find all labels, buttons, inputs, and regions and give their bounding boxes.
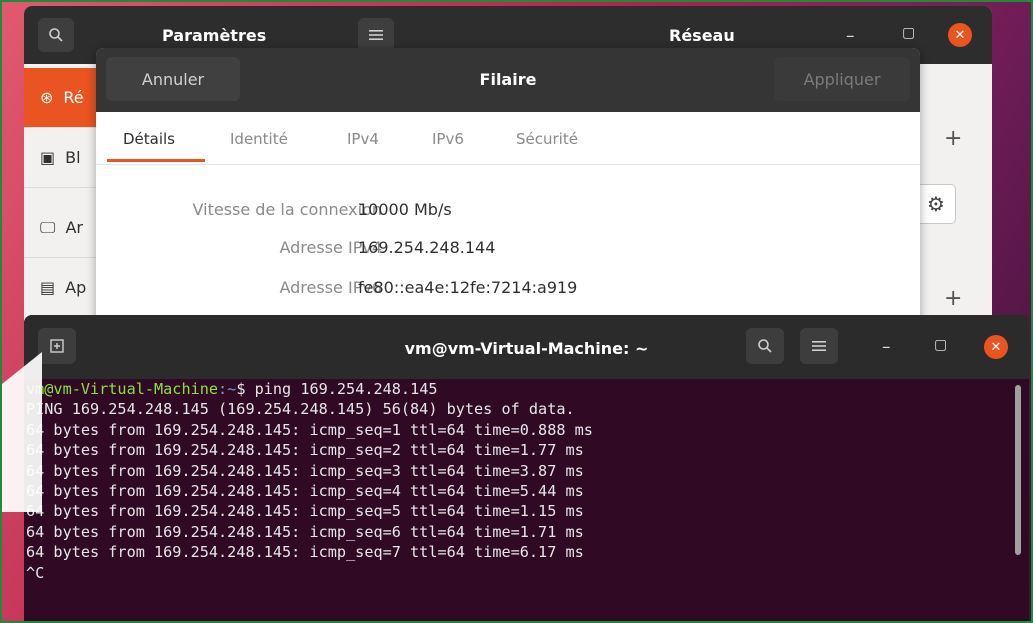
- settings-title: Paramètres: [162, 26, 267, 45]
- settings-menu-button[interactable]: [358, 18, 394, 52]
- display-icon: 🖵: [40, 217, 56, 237]
- terminal-window: vm@vm-Virtual-Machine: ~ – ▢ ✕ vm@vm-Vir…: [24, 315, 1029, 621]
- connection-settings-button[interactable]: ⚙: [916, 184, 956, 224]
- tab-ipv6[interactable]: IPv6: [432, 130, 464, 148]
- close-icon: ✕: [990, 339, 1002, 355]
- apps-icon: ▤: [40, 278, 56, 297]
- connection-speed-value: 10000 Mb/s: [358, 200, 452, 219]
- prompt-symbol: $: [236, 380, 255, 398]
- output-line: ^C: [26, 563, 45, 582]
- output-line: 64 bytes from 169.254.248.145: icmp_seq=…: [26, 502, 584, 521]
- search-icon: [49, 28, 63, 42]
- terminal-title: vm@vm-Virtual-Machine: ~: [404, 339, 649, 358]
- watermark: [2, 352, 42, 512]
- bluetooth-icon: ▣: [40, 148, 56, 167]
- network-icon: ⊛: [40, 88, 54, 107]
- terminal-search-button[interactable]: [746, 328, 784, 364]
- gear-icon: ⚙: [927, 192, 945, 216]
- hamburger-icon: [369, 30, 383, 40]
- tab-identity[interactable]: Identité: [230, 130, 288, 148]
- search-button[interactable]: [38, 18, 74, 52]
- settings-window: Paramètres Réseau – ▢ ✕ ⊛ Ré ▣ Bl 🖵 Ar ▤…: [24, 6, 992, 366]
- tab-ipv4[interactable]: IPv4: [347, 130, 379, 148]
- sidebar-item-label: Bl: [65, 148, 81, 167]
- sidebar-item-bluetooth[interactable]: ▣ Bl: [24, 128, 104, 188]
- search-icon: [758, 339, 772, 353]
- add-connection-icon[interactable]: +: [944, 126, 962, 151]
- maximize-icon[interactable]: ▢: [934, 337, 947, 353]
- wired-connection-dialog: Annuler Filaire Appliquer Détails Identi…: [96, 48, 920, 328]
- output-line: PING 169.254.248.145 (169.254.248.145) 5…: [26, 400, 575, 419]
- ipv4-address-value: 169.254.248.144: [358, 238, 496, 257]
- active-tab-indicator: [107, 159, 205, 162]
- network-page-title: Réseau: [669, 26, 735, 45]
- output-line: 64 bytes from 169.254.248.145: icmp_seq=…: [26, 441, 584, 460]
- minimize-icon[interactable]: –: [846, 26, 855, 46]
- output-line: 64 bytes from 169.254.248.145: icmp_seq=…: [26, 482, 584, 501]
- sidebar-item-label: Ré: [63, 88, 84, 107]
- prompt-user: vm@vm-Virtual-Machine: [26, 380, 219, 398]
- close-button[interactable]: ✕: [948, 23, 972, 47]
- output-line: 64 bytes from 169.254.248.145: icmp_seq=…: [26, 420, 593, 439]
- terminal-headerbar: vm@vm-Virtual-Machine: ~ – ▢ ✕: [24, 315, 1029, 379]
- sidebar-item-network[interactable]: ⊛ Ré: [24, 68, 104, 128]
- terminal-scrollbar[interactable]: [1015, 385, 1021, 555]
- sidebar-item-label: Ar: [65, 218, 83, 237]
- command-text: ping 169.254.248.145: [254, 380, 438, 398]
- output-line: 64 bytes from 169.254.248.145: icmp_seq=…: [26, 543, 584, 562]
- close-button[interactable]: ✕: [984, 335, 1008, 359]
- add-vpn-icon[interactable]: +: [944, 286, 962, 311]
- close-icon: ✕: [954, 27, 966, 43]
- minimize-icon[interactable]: –: [882, 337, 891, 357]
- hamburger-icon: [812, 341, 826, 351]
- terminal-output[interactable]: vm@vm-Virtual-Machine:~$ ping 169.254.24…: [26, 379, 1006, 621]
- ipv6-address-value: fe80::ea4e:12fe:7214:a919: [358, 278, 578, 297]
- tab-security[interactable]: Sécurité: [516, 130, 578, 148]
- dialog-tabs: Détails Identité IPv4 IPv6 Sécurité: [96, 112, 920, 165]
- maximize-icon[interactable]: ▢: [902, 25, 915, 41]
- tab-details[interactable]: Détails: [123, 130, 175, 148]
- output-line: 64 bytes from 169.254.248.145: icmp_seq=…: [26, 522, 584, 541]
- dialog-headerbar: Annuler Filaire Appliquer: [96, 48, 920, 112]
- prompt-path: :~: [218, 380, 237, 398]
- sidebar-item-label: Ap: [65, 278, 87, 297]
- screenshot-frame: Paramètres Réseau – ▢ ✕ ⊛ Ré ▣ Bl 🖵 Ar ▤…: [0, 0, 1033, 623]
- sidebar-item-apps[interactable]: ▤ Ap: [24, 258, 104, 318]
- connection-speed-label: Vitesse de la connexion: [192, 200, 382, 219]
- sidebar-item-display[interactable]: 🖵 Ar: [24, 198, 104, 258]
- output-line: 64 bytes from 169.254.248.145: icmp_seq=…: [26, 461, 584, 480]
- apply-button[interactable]: Appliquer: [774, 57, 910, 101]
- terminal-menu-button[interactable]: [800, 328, 838, 364]
